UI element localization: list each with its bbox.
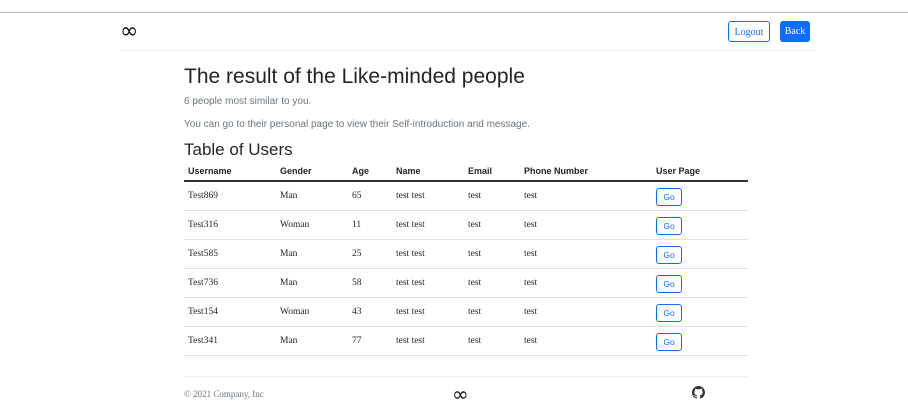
go-button[interactable]: Go [656, 246, 682, 264]
page-title: The result of the Like-minded people [184, 65, 525, 88]
column-header-age: Age [348, 162, 392, 182]
cell-gender: Woman [276, 210, 348, 240]
cell-phone: test [520, 210, 652, 240]
cell-user-page: Go [652, 326, 748, 356]
cell-email: test [464, 181, 520, 211]
logout-button[interactable]: Logout [728, 21, 770, 42]
back-button[interactable]: Back [780, 21, 810, 42]
go-button[interactable]: Go [656, 188, 682, 206]
header: ∞ Logout Back [120, 20, 816, 52]
column-header-user-page: User Page [652, 162, 748, 182]
cell-user-page: Go [652, 268, 748, 298]
cell-user-page: Go [652, 210, 748, 240]
cell-age: 25 [348, 239, 392, 269]
cell-phone: test [520, 297, 652, 327]
cell-age: 65 [348, 181, 392, 211]
cell-username: Test154 [184, 297, 276, 327]
cell-name: test test [392, 268, 464, 298]
go-button[interactable]: Go [656, 304, 682, 322]
copyright-text: © 2021 Company, Inc [184, 389, 264, 399]
table-row: Test585 Man 25 test test test test Go [184, 239, 748, 269]
infinity-logo-icon[interactable]: ∞ [120, 20, 138, 44]
cell-email: test [464, 297, 520, 327]
footer: © 2021 Company, Inc ∞ [184, 376, 748, 404]
cell-email: test [464, 239, 520, 269]
cell-name: test test [392, 239, 464, 269]
go-button[interactable]: Go [656, 217, 682, 235]
column-header-gender: Gender [276, 162, 348, 182]
cell-gender: Man [276, 239, 348, 269]
github-icon[interactable] [692, 386, 705, 399]
cell-phone: test [520, 326, 652, 356]
cell-email: test [464, 210, 520, 240]
cell-user-page: Go [652, 181, 748, 211]
cell-name: test test [392, 297, 464, 327]
column-header-email: Email [464, 162, 520, 182]
table-row: Test154 Woman 43 test test test test Go [184, 297, 748, 327]
cell-gender: Woman [276, 297, 348, 327]
top-divider [0, 12, 908, 13]
table-row: Test341 Man 77 test test test test Go [184, 326, 748, 356]
column-header-username: Username [184, 162, 276, 182]
table-title: Table of Users [184, 140, 293, 159]
go-button[interactable]: Go [656, 333, 682, 351]
cell-phone: test [520, 181, 652, 211]
cell-gender: Man [276, 181, 348, 211]
cell-age: 43 [348, 297, 392, 327]
footer-infinity-logo-icon[interactable]: ∞ [452, 384, 469, 404]
header-divider [120, 50, 816, 51]
cell-gender: Man [276, 326, 348, 356]
cell-name: test test [392, 181, 464, 211]
table-row: Test736 Man 58 test test test test Go [184, 268, 748, 298]
cell-username: Test736 [184, 268, 276, 298]
users-table: Username Gender Age Name Email Phone Num… [184, 162, 748, 356]
cell-phone: test [520, 268, 652, 298]
cell-gender: Man [276, 268, 348, 298]
cell-user-page: Go [652, 239, 748, 269]
cell-email: test [464, 326, 520, 356]
cell-age: 77 [348, 326, 392, 356]
table-row: Test316 Woman 11 test test test test Go [184, 210, 748, 240]
cell-email: test [464, 268, 520, 298]
cell-name: test test [392, 210, 464, 240]
cell-age: 11 [348, 210, 392, 240]
cell-username: Test585 [184, 239, 276, 269]
column-header-phone: Phone Number [520, 162, 652, 182]
column-header-name: Name [392, 162, 464, 182]
page-description: You can go to their personal page to vie… [184, 119, 530, 130]
cell-username: Test869 [184, 181, 276, 211]
cell-age: 58 [348, 268, 392, 298]
go-button[interactable]: Go [656, 275, 682, 293]
cell-username: Test341 [184, 326, 276, 356]
cell-username: Test316 [184, 210, 276, 240]
cell-name: test test [392, 326, 464, 356]
page-subtitle: 6 people most similar to you. [184, 96, 312, 107]
main-content: The result of the Like-minded people 6 p… [184, 64, 748, 356]
table-row: Test869 Man 65 test test test test Go [184, 181, 748, 211]
cell-phone: test [520, 239, 652, 269]
table-header-row: Username Gender Age Name Email Phone Num… [184, 162, 748, 182]
cell-user-page: Go [652, 297, 748, 327]
